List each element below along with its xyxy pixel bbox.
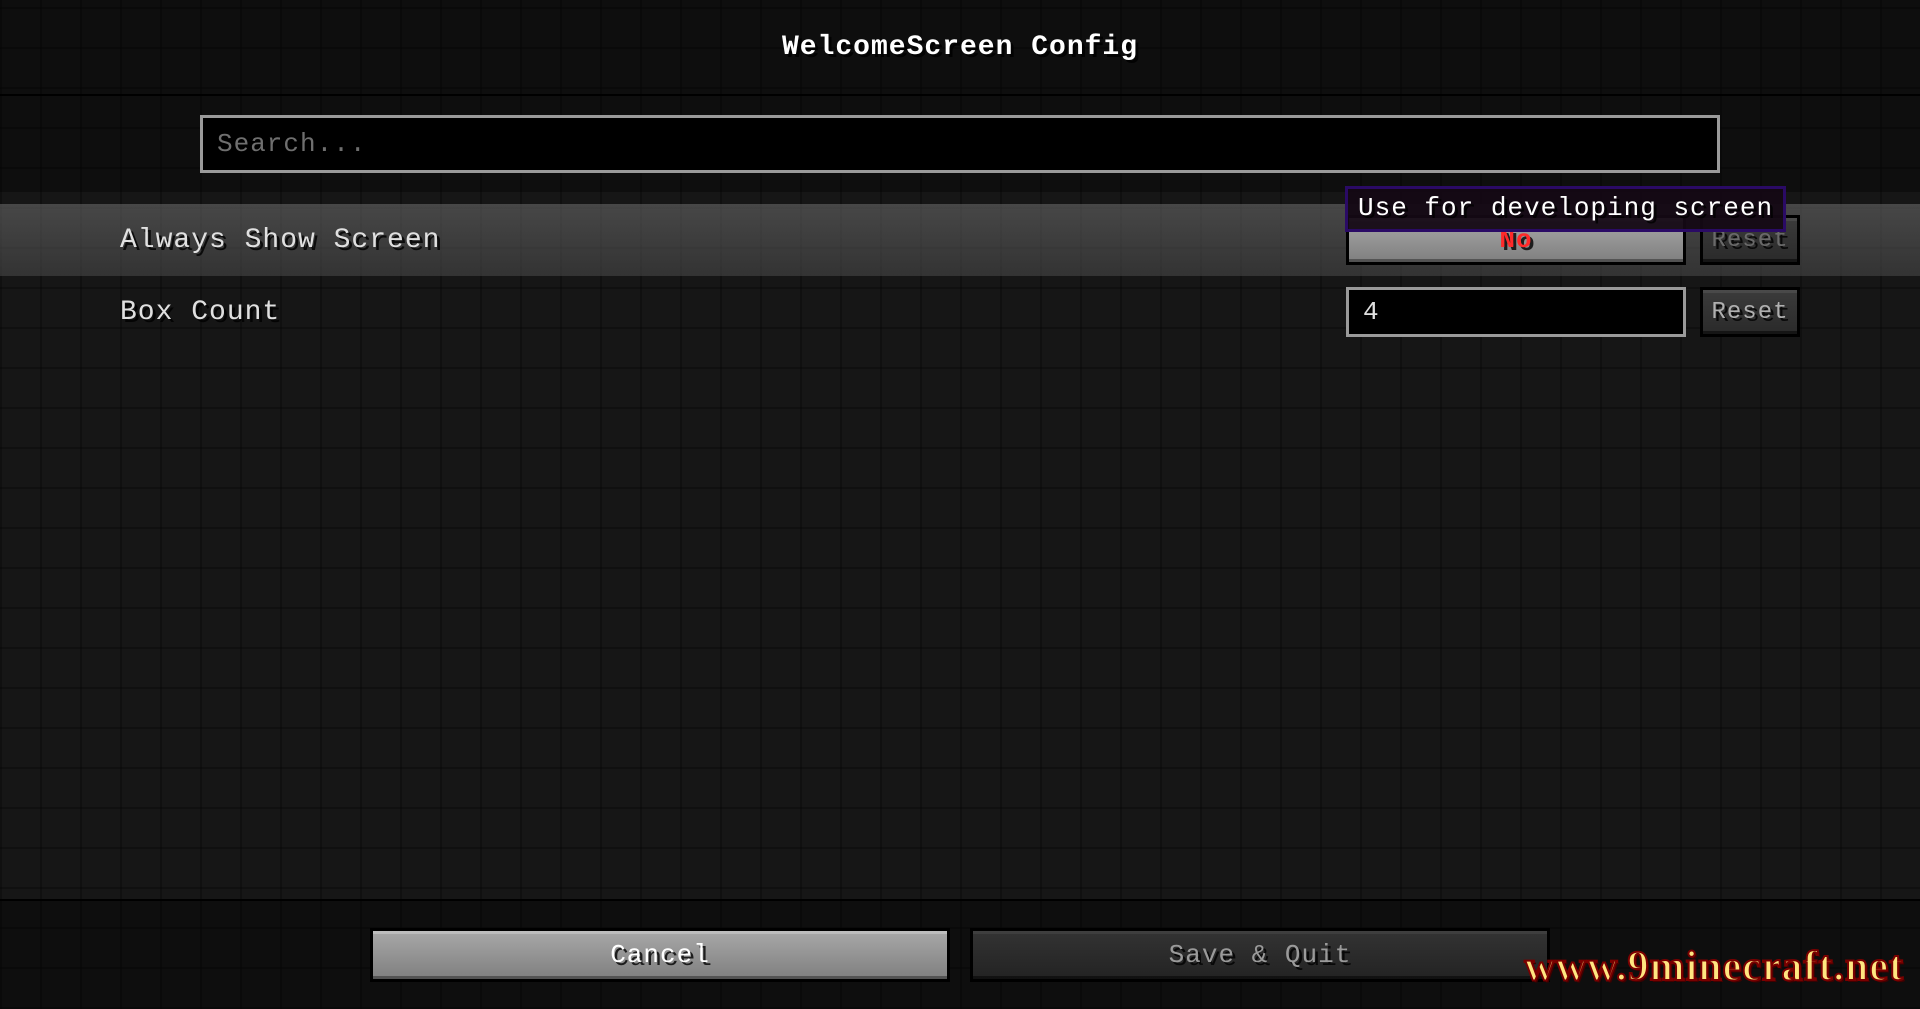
cancel-button[interactable]: Cancel — [370, 928, 950, 982]
input-box-count[interactable] — [1346, 287, 1686, 337]
header-bar: WelcomeScreen Config — [0, 0, 1920, 96]
config-control — [1346, 287, 1686, 337]
tooltip-text: Use for developing screen — [1358, 193, 1773, 223]
reset-label: Reset — [1711, 299, 1788, 326]
watermark: www.9minecraft.net — [1524, 943, 1904, 991]
save-quit-button[interactable]: Save & Quit — [970, 928, 1550, 982]
search-input[interactable] — [200, 115, 1720, 173]
config-label: Box Count — [120, 297, 1346, 328]
reset-button[interactable]: Reset — [1700, 287, 1800, 337]
config-row-box-count: Box Count Reset — [0, 276, 1920, 348]
search-area — [0, 96, 1920, 192]
config-label: Always Show Screen — [120, 225, 1346, 256]
page-title: WelcomeScreen Config — [782, 32, 1138, 63]
save-label: Save & Quit — [1169, 940, 1352, 970]
cancel-label: Cancel — [610, 940, 710, 970]
tooltip: Use for developing screen — [1345, 186, 1786, 232]
